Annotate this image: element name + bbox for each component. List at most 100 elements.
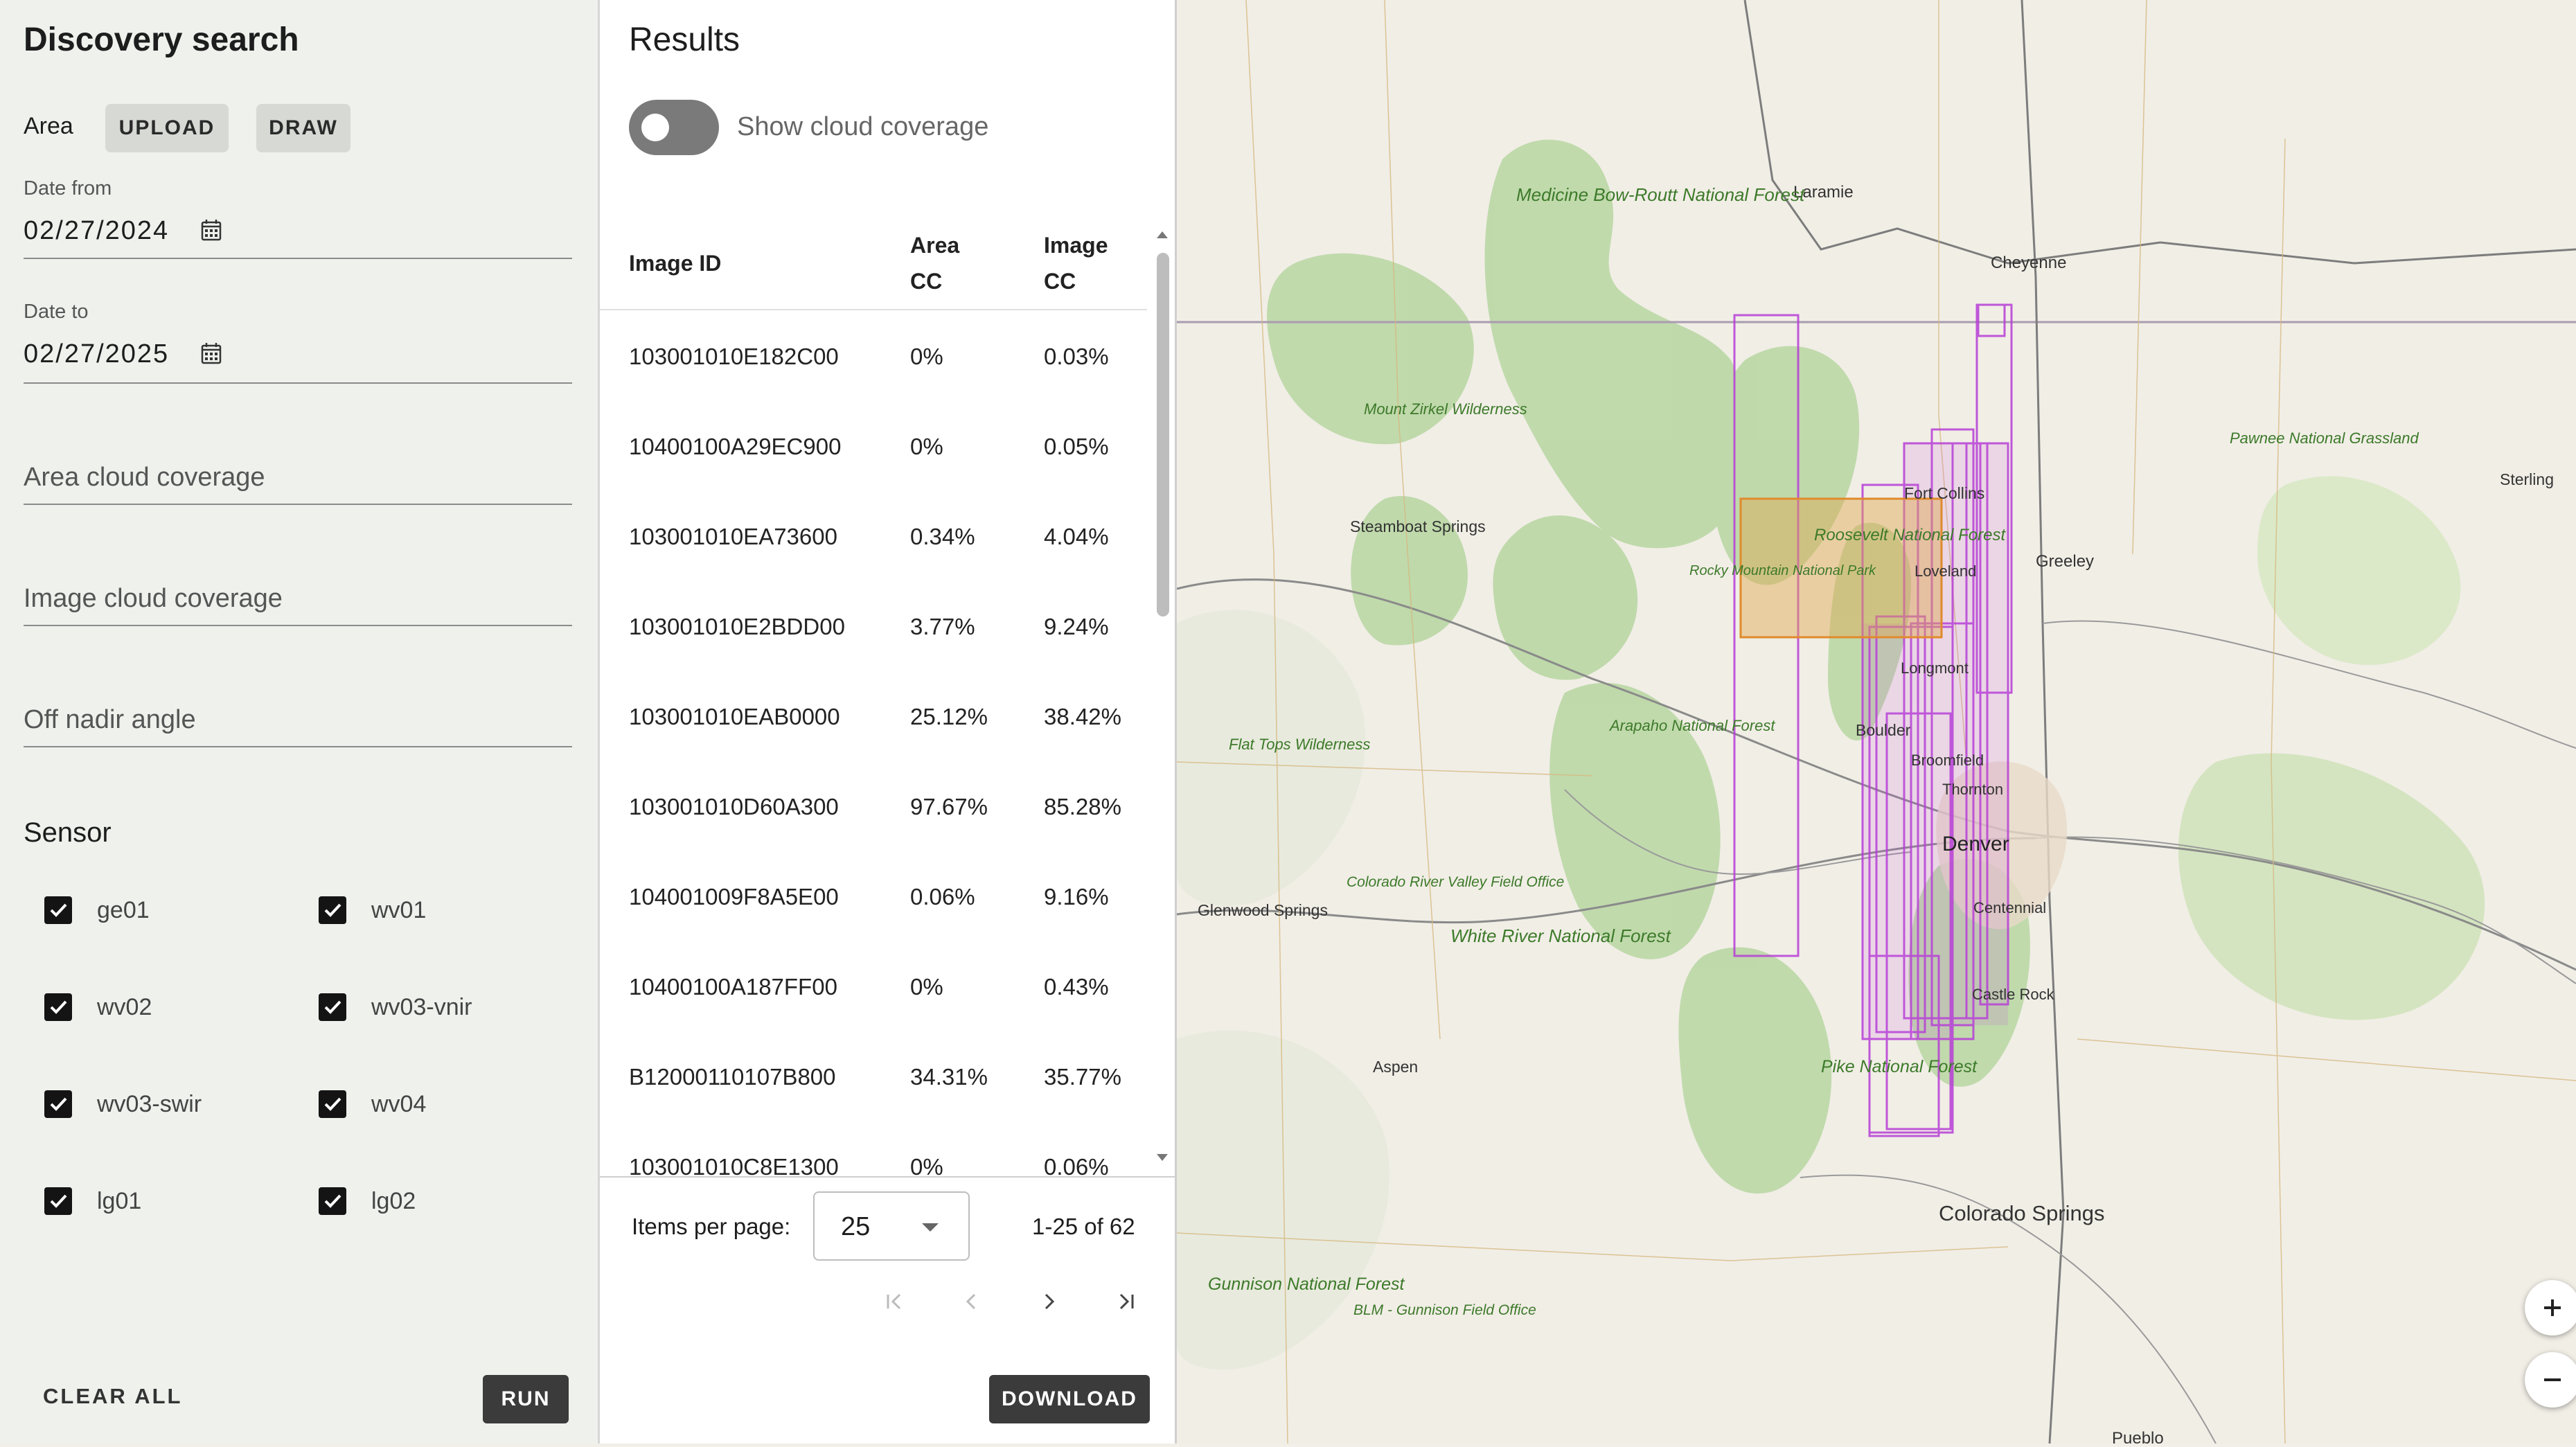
map-label: Roosevelt National Forest bbox=[1814, 526, 2006, 544]
plus-icon bbox=[2544, 1299, 2561, 1316]
zoom-in-button[interactable] bbox=[2525, 1280, 2576, 1335]
date-from-input[interactable]: 02/27/2024 bbox=[24, 216, 169, 246]
map-label: Denver bbox=[1942, 833, 2009, 855]
sensor-checkbox-wv03-swir[interactable]: wv03-swir bbox=[44, 1089, 202, 1119]
calendar-icon[interactable] bbox=[201, 342, 222, 364]
map-label: Colorado Springs bbox=[1939, 1201, 2105, 1225]
cell-image-cc: 85.28% bbox=[1044, 794, 1121, 819]
table-row[interactable]: 103001010EA73600 0.34% 4.04% bbox=[600, 524, 1147, 614]
sensor-checkbox-lg02[interactable]: lg02 bbox=[319, 1186, 416, 1216]
sensor-checkbox-wv04[interactable]: wv04 bbox=[319, 1089, 426, 1119]
table-row[interactable]: 103001010EAB0000 25.12% 38.42% bbox=[600, 704, 1147, 794]
scroll-down-arrow-icon[interactable] bbox=[1155, 1150, 1169, 1164]
checkbox-checked-icon[interactable] bbox=[44, 1187, 72, 1215]
area-cloud-coverage-input[interactable]: Area cloud coverage bbox=[24, 463, 265, 492]
draw-button[interactable]: DRAW bbox=[256, 104, 350, 152]
map-label: Glenwood Springs bbox=[1198, 901, 1328, 919]
column-header-image-cc[interactable]: Image CC bbox=[1044, 227, 1108, 299]
cell-image-cc: 0.03% bbox=[1044, 344, 1109, 369]
minus-icon bbox=[2544, 1378, 2561, 1381]
cell-image-cc: 0.05% bbox=[1044, 434, 1109, 459]
map-label: Mount Zirkel Wilderness bbox=[1364, 400, 1527, 418]
cell-image-id: 103001010E182C00 bbox=[629, 344, 839, 369]
table-row[interactable]: 104001009F8A5E00 0.06% 9.16% bbox=[600, 884, 1147, 974]
previous-page-icon[interactable] bbox=[954, 1284, 988, 1319]
table-row[interactable]: 10400100A187FF00 0% 0.43% bbox=[600, 974, 1147, 1064]
sensor-label: lg02 bbox=[371, 1187, 416, 1214]
sensor-label: ge01 bbox=[97, 896, 150, 923]
cell-area-cc: 97.67% bbox=[910, 794, 988, 819]
clear-all-button[interactable]: CLEAR ALL bbox=[43, 1384, 183, 1409]
map-label: Longmont bbox=[1901, 659, 1969, 677]
checkbox-checked-icon[interactable] bbox=[319, 993, 346, 1021]
map-label: Sterling bbox=[2500, 470, 2554, 488]
page-range-label: 1-25 of 62 bbox=[1032, 1214, 1135, 1239]
date-to-input[interactable]: 02/27/2025 bbox=[24, 339, 169, 369]
checkbox-checked-icon[interactable] bbox=[319, 1187, 346, 1215]
map-label: Broomfield bbox=[1911, 752, 1984, 769]
checkbox-checked-icon[interactable] bbox=[44, 993, 72, 1021]
results-table-body[interactable]: 103001010E182C00 0% 0.03% 10400100A29EC9… bbox=[600, 312, 1154, 1176]
last-page-icon[interactable] bbox=[1109, 1284, 1144, 1319]
off-nadir-underline bbox=[24, 746, 572, 747]
next-page-icon[interactable] bbox=[1032, 1284, 1067, 1319]
column-header-text: Area bbox=[910, 233, 960, 258]
cell-area-cc: 3.77% bbox=[910, 614, 975, 639]
date-to-label: Date to bbox=[24, 301, 89, 323]
area-label: Area bbox=[24, 113, 73, 139]
toggle-knob[interactable] bbox=[641, 114, 669, 141]
cell-image-cc: 4.04% bbox=[1044, 524, 1109, 549]
column-header-text: Image bbox=[1044, 233, 1108, 258]
cell-area-cc: 0.34% bbox=[910, 524, 975, 549]
checkbox-checked-icon[interactable] bbox=[319, 1090, 346, 1118]
sensor-checkbox-wv03-vnir[interactable]: wv03-vnir bbox=[319, 992, 472, 1022]
map-canvas[interactable]: Laramie Cheyenne Medicine Bow-Routt Nati… bbox=[1176, 0, 2576, 1447]
sensor-label: wv03-vnir bbox=[371, 993, 472, 1020]
sensor-label: wv04 bbox=[371, 1090, 427, 1117]
off-nadir-angle-input[interactable]: Off nadir angle bbox=[24, 705, 196, 735]
cell-image-id: B12000110107B800 bbox=[629, 1064, 836, 1090]
table-row[interactable]: B12000110107B800 34.31% 35.77% bbox=[600, 1064, 1147, 1154]
table-row[interactable]: 103001010D60A300 97.67% 85.28% bbox=[600, 794, 1147, 884]
column-header-image-id[interactable]: Image ID bbox=[629, 245, 721, 281]
checkbox-checked-icon[interactable] bbox=[44, 896, 72, 924]
map-label: Greeley bbox=[2036, 552, 2094, 571]
cell-image-id: 104001009F8A5E00 bbox=[629, 884, 839, 909]
cell-image-cc: 35.77% bbox=[1044, 1064, 1121, 1090]
checkbox-checked-icon[interactable] bbox=[319, 896, 346, 924]
cell-area-cc: 34.31% bbox=[910, 1064, 988, 1090]
items-per-page-select[interactable]: 25 bbox=[813, 1191, 970, 1261]
caret-down-icon bbox=[922, 1223, 939, 1232]
map-label: Pueblo bbox=[2112, 1429, 2164, 1444]
table-row[interactable]: 103001010C8E1300 0% 0.06% bbox=[600, 1154, 1147, 1176]
sensor-checkbox-lg01[interactable]: lg01 bbox=[44, 1186, 141, 1216]
scroll-up-arrow-icon[interactable] bbox=[1155, 227, 1169, 241]
checkbox-checked-icon[interactable] bbox=[44, 1090, 72, 1118]
cloud-coverage-toggle-label: Show cloud coverage bbox=[737, 112, 989, 141]
map-label: Boulder bbox=[1856, 721, 1911, 739]
upload-button[interactable]: UPLOAD bbox=[105, 104, 229, 152]
map-label: Castle Rock bbox=[1972, 986, 2055, 1003]
sensor-checkbox-wv02[interactable]: wv02 bbox=[44, 992, 152, 1022]
header-divider bbox=[600, 309, 1147, 310]
table-row[interactable]: 10400100A29EC900 0% 0.05% bbox=[600, 434, 1147, 524]
download-button[interactable]: DOWNLOAD bbox=[989, 1375, 1150, 1423]
sensor-checkbox-wv01[interactable]: wv01 bbox=[319, 895, 426, 925]
first-page-icon[interactable] bbox=[877, 1284, 912, 1319]
map-label: Steamboat Springs bbox=[1350, 517, 1486, 535]
map-view[interactable]: Laramie Cheyenne Medicine Bow-Routt Nati… bbox=[1176, 0, 2576, 1447]
table-row[interactable]: 103001010E182C00 0% 0.03% bbox=[600, 344, 1147, 434]
image-cloud-coverage-input[interactable]: Image cloud coverage bbox=[24, 584, 283, 614]
cloud-coverage-toggle[interactable] bbox=[629, 100, 719, 155]
zoom-out-button[interactable] bbox=[2525, 1352, 2576, 1408]
cell-image-cc: 9.16% bbox=[1044, 884, 1109, 909]
column-header-area-cc[interactable]: Area CC bbox=[910, 227, 959, 299]
calendar-icon[interactable] bbox=[201, 219, 222, 241]
sensor-checkbox-ge01[interactable]: ge01 bbox=[44, 895, 150, 925]
map-label: Gunnison National Forest bbox=[1208, 1275, 1405, 1294]
results-scrollbar-thumb[interactable] bbox=[1157, 253, 1169, 616]
sensor-label: wv01 bbox=[371, 896, 427, 923]
table-row[interactable]: 103001010E2BDD00 3.77% 9.24% bbox=[600, 614, 1147, 704]
run-button[interactable]: RUN bbox=[483, 1375, 569, 1423]
results-panel: Results Show cloud coverage Image ID Are… bbox=[600, 0, 1177, 1444]
